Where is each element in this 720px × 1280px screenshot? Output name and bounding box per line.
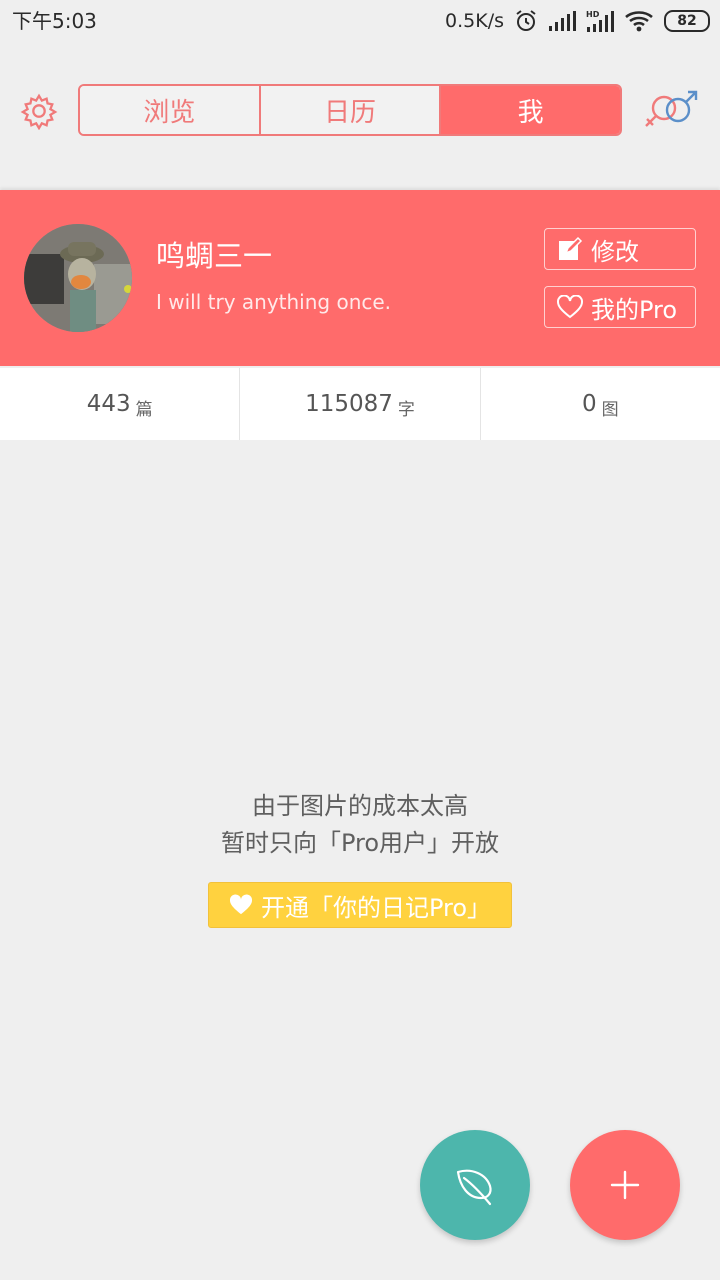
wifi-icon bbox=[625, 11, 653, 32]
edit-label: 修改 bbox=[591, 237, 639, 266]
network-speed: 0.5K/s bbox=[445, 10, 504, 32]
my-pro-label: 我的Pro bbox=[591, 295, 678, 324]
notice-line-1: 由于图片的成本太高 bbox=[252, 792, 468, 820]
signal-icon bbox=[549, 11, 576, 31]
edit-profile-button[interactable]: 修改 bbox=[544, 228, 696, 270]
profile-motto: I will try anything once. bbox=[156, 290, 392, 314]
status-bar: 下午5:03 0.5K/s HD 82 bbox=[0, 0, 720, 44]
tab-browse[interactable]: 浏览 bbox=[80, 86, 259, 134]
tab-me[interactable]: 我 bbox=[439, 86, 620, 134]
stats-row: 443 篇 115087 字 0 图 bbox=[0, 368, 720, 440]
stat-entries: 443 篇 bbox=[0, 368, 239, 440]
top-nav: 浏览 日历 我 bbox=[0, 80, 720, 140]
gear-icon[interactable] bbox=[20, 92, 58, 130]
tab-calendar[interactable]: 日历 bbox=[258, 86, 440, 134]
stat-words: 115087 字 bbox=[239, 368, 479, 440]
status-time: 下午5:03 bbox=[12, 9, 97, 33]
svg-text:HD: HD bbox=[586, 10, 600, 19]
status-icons: 0.5K/s HD 82 bbox=[445, 6, 710, 36]
plus-icon bbox=[610, 1170, 640, 1200]
avatar[interactable] bbox=[24, 224, 132, 332]
alarm-icon bbox=[516, 10, 536, 31]
stat-value: 0 bbox=[582, 391, 597, 417]
stat-unit: 篇 bbox=[135, 399, 153, 420]
profile-banner: 鸣蜩三一 I will try anything once. 修改 我的Pro bbox=[0, 190, 720, 366]
pro-notice: 由于图片的成本太高 暂时只向「Pro用户」开放 bbox=[0, 788, 720, 862]
activate-pro-button[interactable]: 开通「你的日记Pro」 bbox=[208, 882, 512, 928]
activate-pro-label: 开通「你的日记Pro」 bbox=[260, 893, 492, 922]
stat-images[interactable]: 0 图 bbox=[479, 368, 720, 440]
stat-value: 115087 bbox=[305, 391, 393, 417]
notice-line-2: 暂时只向「Pro用户」开放 bbox=[220, 829, 500, 857]
stat-value: 443 bbox=[86, 391, 131, 417]
add-entry-button[interactable] bbox=[570, 1130, 680, 1240]
heart-outline-icon bbox=[557, 294, 583, 320]
stat-unit: 图 bbox=[601, 399, 619, 420]
profile-name: 鸣蜩三一 bbox=[156, 239, 273, 273]
battery-indicator: 82 bbox=[664, 10, 710, 32]
signal-hd-icon: HD bbox=[586, 10, 614, 32]
gender-icon[interactable] bbox=[642, 90, 700, 130]
tab-switcher: 浏览 日历 我 bbox=[78, 84, 622, 136]
stat-unit: 字 bbox=[397, 399, 415, 420]
my-pro-button[interactable]: 我的Pro bbox=[544, 286, 696, 328]
leaf-button[interactable] bbox=[420, 1130, 530, 1240]
heart-icon bbox=[229, 894, 253, 916]
edit-icon bbox=[557, 236, 583, 262]
leaf-icon bbox=[456, 1169, 492, 1206]
